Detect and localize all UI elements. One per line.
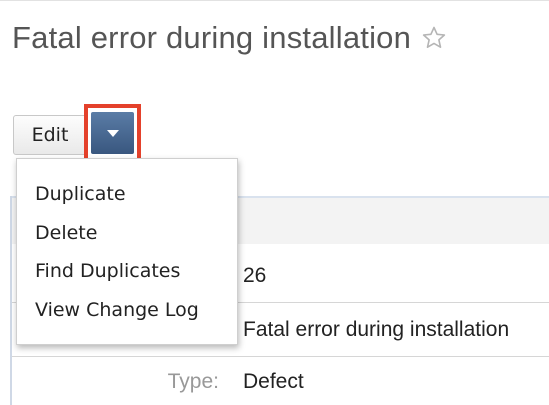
edit-button[interactable]: Edit	[13, 115, 87, 155]
page-title: Fatal error during installation	[12, 20, 412, 55]
detail-row: Type: Defect	[12, 358, 549, 405]
menu-item-view-change-log[interactable]: View Change Log	[35, 293, 199, 327]
detail-label-type: Type:	[167, 370, 219, 393]
detail-value-type: Defect	[243, 370, 304, 393]
actions-dropdown-menu: Duplicate Delete Find Duplicates View Ch…	[16, 158, 238, 345]
top-divider	[0, 0, 549, 1]
detail-value: 26	[243, 264, 267, 287]
menu-item-duplicate[interactable]: Duplicate	[35, 177, 126, 211]
actions-dropdown-button[interactable]	[91, 112, 134, 154]
menu-item-find-duplicates[interactable]: Find Duplicates	[35, 254, 180, 288]
detail-value: Fatal error during installation	[243, 318, 510, 341]
caret-down-icon	[106, 129, 119, 137]
record-header: Fatal error during installation	[12, 14, 447, 62]
star-icon[interactable]	[421, 25, 447, 51]
menu-item-delete[interactable]: Delete	[35, 216, 97, 250]
